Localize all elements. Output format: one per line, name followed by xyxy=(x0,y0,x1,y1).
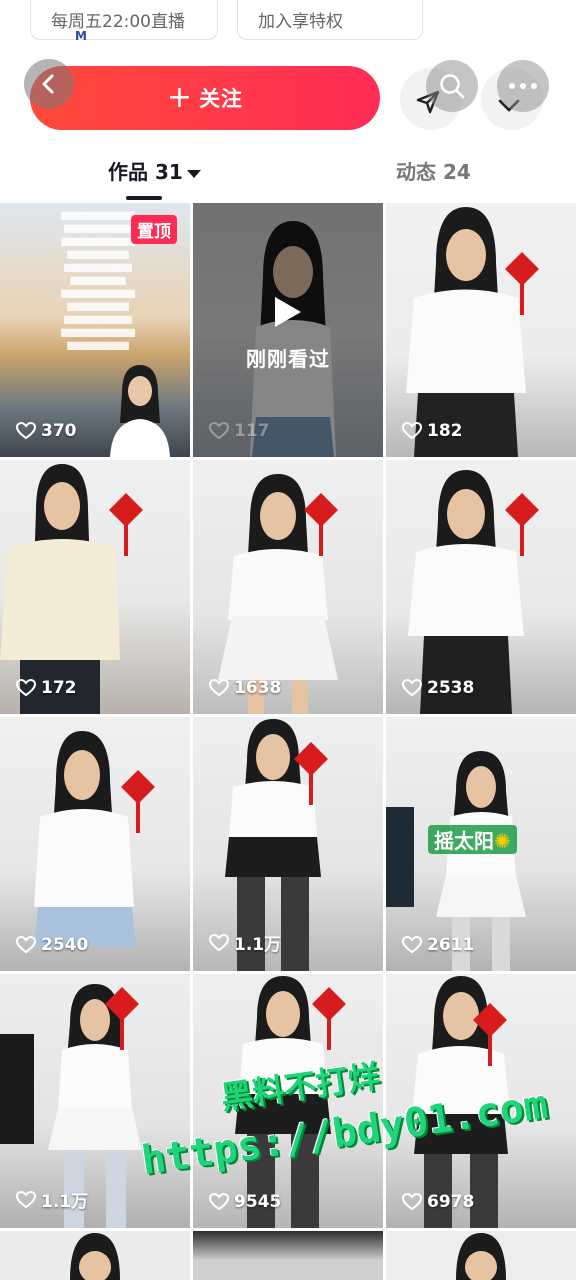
more-dots-icon xyxy=(509,83,537,89)
chinese-knot-decoration xyxy=(505,493,539,556)
live-schedule-chip[interactable]: 每周五22:00直播 M xyxy=(30,0,218,43)
like-count: 117 xyxy=(209,421,270,441)
like-count-value: 1638 xyxy=(234,678,282,698)
video-tile[interactable]: 2540 xyxy=(0,717,190,971)
chinese-knot-decoration xyxy=(473,1003,507,1066)
heart-icon xyxy=(402,936,422,954)
person-figure xyxy=(406,207,526,457)
video-tile[interactable] xyxy=(0,1231,190,1280)
heart-icon xyxy=(16,1190,36,1208)
sun-icon: ✺ xyxy=(494,829,511,853)
video-tile[interactable] xyxy=(386,1231,576,1280)
like-count: 1.1万 xyxy=(209,930,281,955)
sticker-label: 摇太阳✺ xyxy=(428,825,517,854)
like-count: 9545 xyxy=(209,1192,281,1212)
like-count: 2540 xyxy=(16,935,88,955)
live-schedule-label: 每周五22:00直播 xyxy=(51,12,185,32)
heart-icon xyxy=(16,422,36,440)
membership-label: 加入享特权 xyxy=(258,12,343,32)
heart-icon xyxy=(16,936,36,954)
tab-works-label: 作品 31 xyxy=(108,160,183,184)
tv-screen-decoration xyxy=(0,1034,34,1144)
like-count: 2611 xyxy=(402,935,474,955)
play-icon xyxy=(275,297,301,327)
tab-dynamic[interactable]: 动态 24 xyxy=(396,156,471,185)
video-thumbnail xyxy=(193,1231,383,1280)
like-count: 2538 xyxy=(402,678,474,698)
like-count: 1638 xyxy=(209,678,281,698)
video-tile[interactable]: 182 xyxy=(386,203,576,457)
video-tile[interactable]: ▇▇▇▇▇▇▇▇▇▇▇▇ ▇▇▇▇▇▇▇▇▇▇▇ ▇▇▇▇▇▇▇▇▇▇▇▇ ▇▇▇▇▇… xyxy=(0,203,190,457)
m-logo-icon: M xyxy=(75,29,87,43)
heart-icon xyxy=(209,422,229,440)
sticker-text: 摇太阳 xyxy=(434,829,494,853)
video-tile[interactable]: 1638 xyxy=(193,460,383,714)
pinned-badge: 置顶 xyxy=(131,215,177,244)
video-tile[interactable]: 刚刚看过 117 xyxy=(193,203,383,457)
just-watched-label: 刚刚看过 xyxy=(246,347,330,371)
tab-active-indicator xyxy=(126,196,162,200)
chinese-knot-decoration xyxy=(105,987,139,1050)
heart-icon xyxy=(402,679,422,697)
heart-icon xyxy=(402,422,422,440)
person-figure xyxy=(110,365,170,457)
follow-button[interactable]: + 关注 xyxy=(30,66,380,130)
video-tile[interactable]: 2538 xyxy=(386,460,576,714)
heart-icon xyxy=(209,1193,229,1211)
heart-icon xyxy=(209,933,229,951)
heart-icon xyxy=(209,679,229,697)
video-tile[interactable]: 1.1万 xyxy=(193,717,383,971)
tv-screen-decoration xyxy=(386,807,414,907)
chevron-left-icon xyxy=(42,74,54,94)
chinese-knot-decoration xyxy=(312,987,346,1050)
heart-icon xyxy=(402,1193,422,1211)
caret-down-icon xyxy=(186,169,201,178)
chinese-knot-decoration xyxy=(121,770,155,833)
like-count-value: 2538 xyxy=(427,678,475,698)
video-tile[interactable]: 摇太阳✺ 2611 xyxy=(386,717,576,971)
watched-overlay xyxy=(193,203,383,457)
like-count-value: 1.1万 xyxy=(234,935,282,955)
person-figure xyxy=(70,1233,120,1280)
like-count-value: 182 xyxy=(427,421,463,441)
like-count-value: 370 xyxy=(41,421,77,441)
tab-dynamic-label: 动态 24 xyxy=(396,160,471,184)
video-tile[interactable]: 1.1万 xyxy=(0,974,190,1228)
like-count-value: 2540 xyxy=(41,935,89,955)
video-tile[interactable] xyxy=(193,1231,383,1280)
like-count-value: 9545 xyxy=(234,1192,282,1212)
like-count-value: 2611 xyxy=(427,935,475,955)
chinese-knot-decoration xyxy=(304,493,338,556)
like-count: 1.1万 xyxy=(16,1187,88,1212)
person-figure xyxy=(456,1233,506,1280)
heart-icon xyxy=(16,679,36,697)
like-count: 182 xyxy=(402,421,463,441)
search-icon xyxy=(440,74,465,99)
more-options-button[interactable] xyxy=(497,60,549,112)
chinese-knot-decoration xyxy=(294,742,328,805)
like-count: 6978 xyxy=(402,1192,474,1212)
back-button[interactable] xyxy=(24,59,74,109)
plus-icon: + xyxy=(166,80,194,115)
follow-label: 关注 xyxy=(199,87,244,111)
membership-chip[interactable]: 加入享特权 xyxy=(237,0,423,40)
chinese-knot-decoration xyxy=(505,252,539,315)
tab-works[interactable]: 作品 31 xyxy=(108,156,201,185)
like-count: 172 xyxy=(16,678,77,698)
like-count: 370 xyxy=(16,421,77,441)
like-count-value: 172 xyxy=(41,678,77,698)
like-count-value: 1.1万 xyxy=(41,1192,89,1212)
chinese-knot-decoration xyxy=(109,493,143,556)
like-count-value: 6978 xyxy=(427,1192,475,1212)
video-tile[interactable]: 172 xyxy=(0,460,190,714)
search-button[interactable] xyxy=(426,60,478,112)
like-count-value: 117 xyxy=(234,421,270,441)
